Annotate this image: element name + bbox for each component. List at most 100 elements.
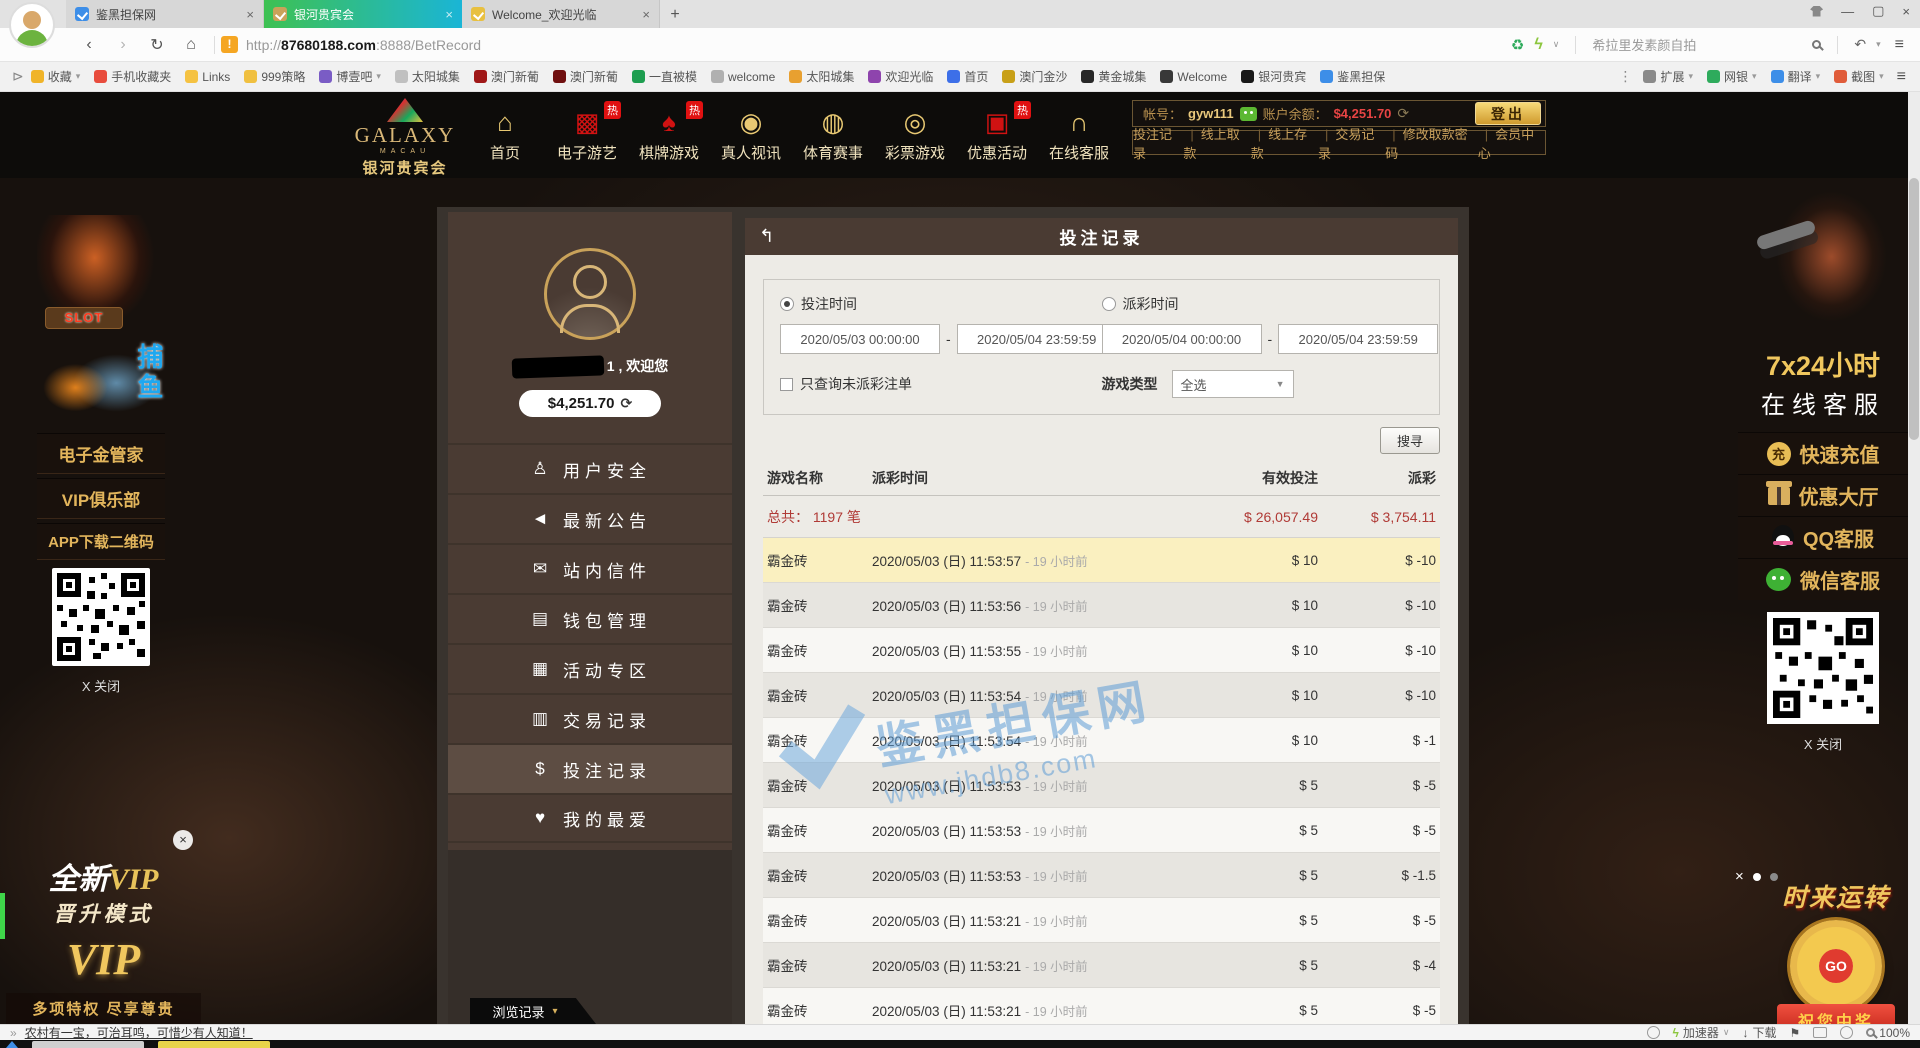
user-menu-item[interactable]: ♙ 用户安全 <box>448 443 732 493</box>
table-row[interactable]: 霸金砖 2020/05/03 (日) 11:53:55- 19 小时前 $ 10… <box>763 628 1440 673</box>
home-icon[interactable]: ⌂ <box>174 36 208 54</box>
back-icon[interactable]: ‹ <box>72 36 106 54</box>
nav-item[interactable]: ▣ 优惠活动 热 <box>956 92 1038 178</box>
table-row[interactable]: 霸金砖 2020/05/03 (日) 11:53:54- 19 小时前 $ 10… <box>763 673 1440 718</box>
page-scrollbar[interactable] <box>1908 92 1920 1024</box>
browser-profile-avatar[interactable] <box>9 2 55 48</box>
user-menu-item[interactable]: ◄ 最新公告 <box>448 493 732 543</box>
bookmark-item[interactable]: 收藏 ▾ <box>26 66 86 87</box>
news-chevron-icon[interactable]: » <box>10 1026 17 1040</box>
close-window-button[interactable]: × <box>1902 4 1910 19</box>
left-sidebar-close-button[interactable]: X 关闭 <box>37 676 165 695</box>
browser-tool-item[interactable]: 网银 ▾ <box>1702 66 1762 87</box>
scrollbar-thumb[interactable] <box>1909 178 1919 440</box>
user-menu-item[interactable]: ▤ 钱包管理 <box>448 593 732 643</box>
more-icon[interactable]: ⋮ <box>1616 68 1634 85</box>
bookmark-item[interactable]: 首页 <box>942 66 993 87</box>
table-row[interactable]: 霸金砖 2020/05/03 (日) 11:53:54- 19 小时前 $ 10… <box>763 718 1440 763</box>
user-menu-item[interactable]: ♥ 我的最爱 <box>448 793 732 843</box>
address-text[interactable]: http://87680188.com:8888/BetRecord <box>246 37 481 53</box>
tab-close-icon[interactable]: × <box>642 7 650 22</box>
account-link[interactable]: 会员中心 <box>1478 124 1545 162</box>
payout-time-radio[interactable] <box>1102 297 1116 311</box>
nav-item[interactable]: ◎ 彩票游戏 <box>874 92 956 178</box>
sidebar-menu-icon[interactable]: ≡ <box>1893 68 1910 86</box>
user-menu-item[interactable]: ▥ 交易记录 <box>448 693 732 743</box>
forward-icon[interactable]: › <box>106 36 140 54</box>
bookmark-item[interactable]: 太阳城集 <box>784 66 859 87</box>
slot-promo-banner[interactable]: SLOT <box>37 215 165 337</box>
browse-history-tab[interactable]: 浏览记录 ▾ <box>470 998 596 1024</box>
refresh-balance-icon[interactable]: ⟳ <box>1397 105 1409 122</box>
browser-menu-icon[interactable]: ≡ <box>1891 36 1908 54</box>
back-arrow-icon[interactable]: ↰ <box>759 226 774 247</box>
download-tool[interactable]: ↓ 下载 <box>1743 1024 1777 1041</box>
browser-tool-item[interactable]: 截图 ▾ <box>1829 66 1889 87</box>
minimize-button[interactable]: — <box>1841 4 1854 19</box>
bookmark-item[interactable]: 一直被模 <box>627 66 702 87</box>
bookmark-item[interactable]: 欢迎光临 <box>863 66 938 87</box>
site-warning-icon[interactable]: ! <box>221 36 238 53</box>
wheel-go-button[interactable]: GO <box>1819 949 1853 983</box>
nav-item[interactable]: ⌂ 首页 <box>464 92 546 178</box>
table-row[interactable]: 霸金砖 2020/05/03 (日) 11:53:53- 19 小时前 $ 5 … <box>763 763 1440 808</box>
refresh-block-icon[interactable]: ♻ <box>1511 36 1524 54</box>
table-row[interactable]: 霸金砖 2020/05/03 (日) 11:53:21- 19 小时前 $ 5 … <box>763 988 1440 1025</box>
fishing-promo-banner[interactable]: 捕鱼 <box>37 337 165 429</box>
payout-time-from-input[interactable] <box>1102 324 1262 354</box>
refresh-balance-icon[interactable]: ⟳ <box>621 395 633 412</box>
promo-close-icon[interactable]: × <box>1735 868 1744 885</box>
sidebar-item-app-qr[interactable]: APP下载二维码 <box>37 523 165 560</box>
search-input[interactable]: 希拉里发素颜自拍 <box>1592 35 1802 54</box>
browser-tab[interactable]: Welcome_欢迎光临 × <box>462 0 660 28</box>
unsettled-checkbox[interactable] <box>780 378 793 391</box>
browser-tab[interactable]: 银河贵宾会 × <box>264 0 462 28</box>
lucky-wheel[interactable]: GO <box>1790 920 1882 1012</box>
nav-item[interactable]: ∩ 在线客服 <box>1038 92 1120 178</box>
lucky-wheel-promo[interactable]: 时来运转 GO 祝您中奖 <box>1762 878 1910 1036</box>
bet-time-from-input[interactable] <box>780 324 940 354</box>
search-icon[interactable] <box>1812 40 1821 49</box>
user-menu-item[interactable]: ✉ 站内信件 <box>448 543 732 593</box>
right-sidebar-item[interactable]: 微信客服 <box>1738 558 1908 600</box>
right-sidebar-close-button[interactable]: X 关闭 <box>1738 734 1908 753</box>
table-row[interactable]: 霸金砖 2020/05/03 (日) 11:53:57- 19 小时前 $ 10… <box>763 538 1440 583</box>
undo-caret-icon[interactable]: ▾ <box>1876 39 1881 50</box>
table-row[interactable]: 霸金砖 2020/05/03 (日) 11:53:56- 19 小时前 $ 10… <box>763 583 1440 628</box>
accelerator-tool[interactable]: ϟ 加速器 ∨ <box>1673 1024 1730 1041</box>
nav-item[interactable]: ♠ 棋牌游戏 热 <box>628 92 710 178</box>
chat-icon[interactable] <box>1240 107 1257 121</box>
nav-item[interactable]: ◉ 真人视讯 <box>710 92 792 178</box>
proxy-icon[interactable] <box>1647 1026 1660 1039</box>
reader-mode-icon[interactable] <box>1813 1027 1827 1038</box>
bookmark-item[interactable]: 999策略 <box>239 66 310 87</box>
collapse-bookmarks-icon[interactable]: ⊳ <box>10 68 26 85</box>
right-sidebar-item[interactable]: QQ客服 <box>1738 516 1908 558</box>
refresh-icon[interactable]: ↻ <box>140 35 174 55</box>
search-button[interactable]: 搜寻 <box>1380 427 1440 454</box>
sidebar-item-egold[interactable]: 电子金管家 <box>37 433 165 474</box>
speed-mode-icon[interactable]: ϟ <box>1534 36 1542 54</box>
payout-time-to-input[interactable] <box>1278 324 1438 354</box>
news-ticker-link[interactable]: 农村有一宝，可治耳鸣，可惜少有人知道！ <box>25 1024 253 1041</box>
chevron-down-icon[interactable]: ∨ <box>1553 39 1560 50</box>
nav-item[interactable]: ◍ 体育赛事 <box>792 92 874 178</box>
account-link[interactable]: 交易记录 <box>1318 124 1385 162</box>
flag-icon[interactable]: ⚑ <box>1790 1026 1801 1040</box>
account-link[interactable]: 投注记录 <box>1133 124 1183 162</box>
tab-close-icon[interactable]: × <box>445 7 453 22</box>
vip-promo-close-icon[interactable]: × <box>173 830 193 850</box>
browser-tool-item[interactable]: 扩展 ▾ <box>1638 66 1698 87</box>
new-tab-button[interactable]: + <box>660 6 690 28</box>
table-row[interactable]: 霸金砖 2020/05/03 (日) 11:53:21- 19 小时前 $ 5 … <box>763 898 1440 943</box>
game-type-select[interactable]: 全选 ▼ <box>1172 370 1294 398</box>
bookmark-item[interactable]: 黄金城集 <box>1076 66 1151 87</box>
site-logo[interactable]: GALAXY MACAU 银河贵宾会 <box>350 98 460 178</box>
right-sidebar-item[interactable]: 充 快速充值 <box>1738 432 1908 474</box>
taskbar-window-thumb[interactable] <box>32 1041 144 1048</box>
taskbar-window-thumb[interactable] <box>158 1041 270 1048</box>
taskbar-app-icon[interactable] <box>6 1041 18 1048</box>
bet-time-to-input[interactable] <box>957 324 1117 354</box>
bet-time-radio[interactable] <box>780 297 794 311</box>
table-row[interactable]: 霸金砖 2020/05/03 (日) 11:53:53- 19 小时前 $ 5 … <box>763 808 1440 853</box>
